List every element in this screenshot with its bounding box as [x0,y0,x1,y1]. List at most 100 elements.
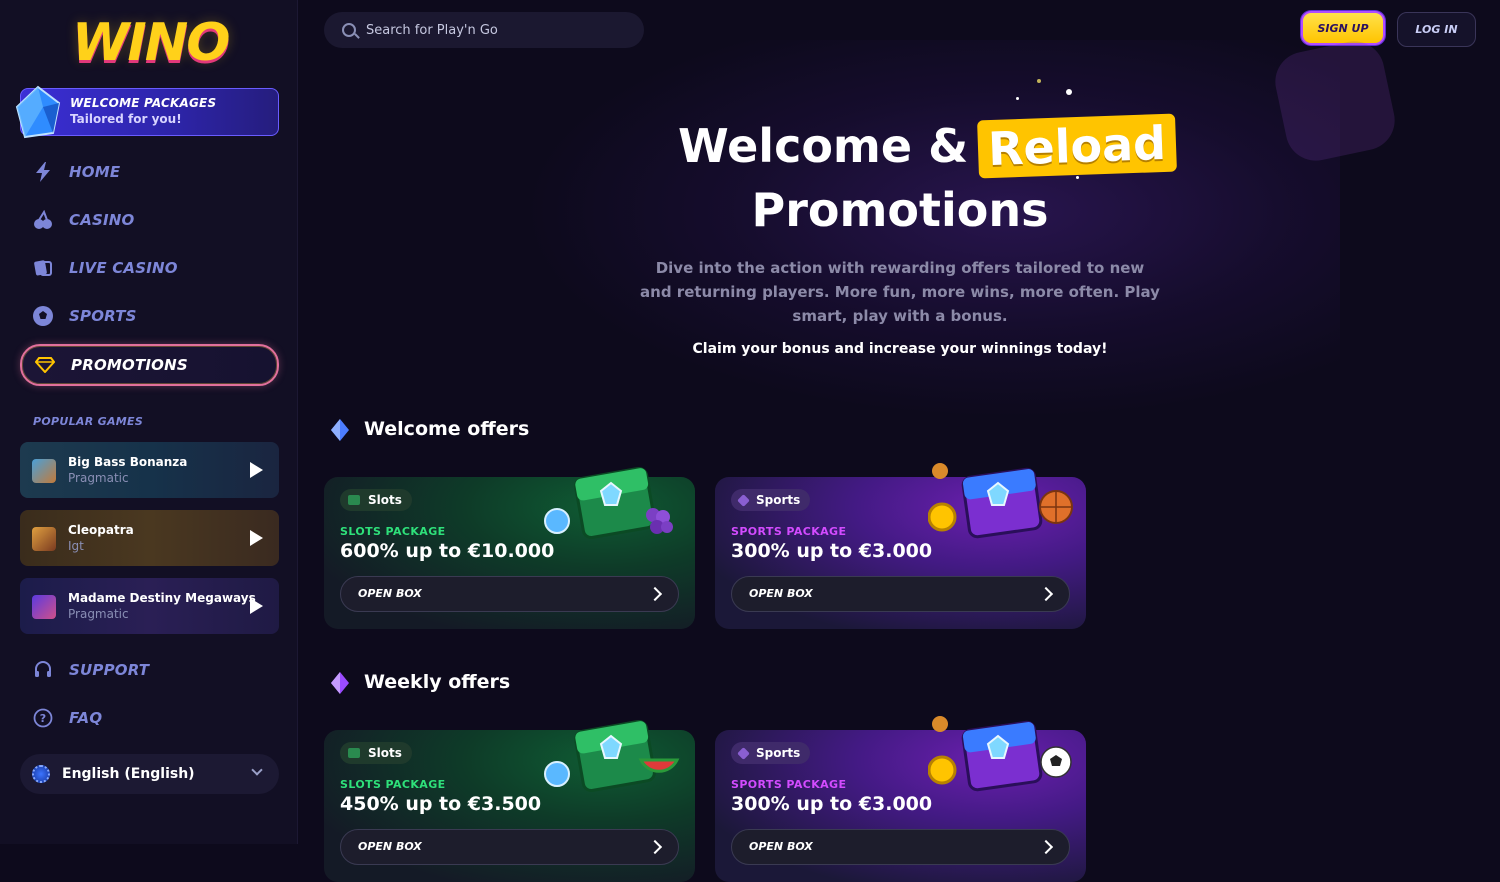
nav-home-label: HOME [69,163,121,181]
sidebar: WINO WELCOME PACKAGES Tailored for you! … [0,0,298,844]
welcome-packages-subtitle: Tailored for you! [70,112,182,126]
offer-card-slots: Slots SLOTS PACKAGE 450% up to €3.500 OP… [324,719,695,882]
chevron-right-icon [647,839,663,855]
sparkle [1037,79,1041,83]
open-box-button[interactable]: OPEN BOX [340,829,679,865]
nav-live-casino-label: LIVE CASINO [69,259,178,277]
play-icon[interactable] [250,530,263,546]
hero-description: Dive into the action with rewarding offe… [640,259,1160,325]
sparkle [1016,97,1019,100]
category-tag: Sports [731,489,811,511]
diamond-icon [34,354,56,376]
slot-machine-icon [348,748,360,758]
language-selector[interactable]: English (English) [20,754,279,794]
welcome-packages-title: WELCOME PACKAGES [70,96,217,110]
offer-card-slots: Slots SLOTS PACKAGE 600% up to €10.000 O… [324,466,695,629]
category-tag-label: Sports [756,746,801,760]
treasure-chest-purple-icon [928,716,1072,792]
search-input[interactable]: Search for Play'n Go [324,12,644,48]
category-tag: Slots [340,489,412,511]
headset-icon [32,659,54,681]
nav-support-label: SUPPORT [69,661,150,679]
brand-logo[interactable]: WINO [72,14,232,72]
chevron-right-icon [647,586,663,602]
svg-text:?: ? [40,712,46,725]
game-item-big-bass-bonanza[interactable]: Big Bass Bonanza Pragmatic [20,442,279,498]
nav-promotions[interactable]: PROMOTIONS [20,344,279,386]
purple-gem-icon [331,672,349,694]
game-provider: Igt [68,539,84,553]
game-provider: Pragmatic [68,471,129,485]
package-label: SPORTS PACKAGE [731,525,847,538]
game-thumbnail [32,595,56,619]
sparkle [1076,176,1079,179]
hero-title-a: Welcome & [678,119,969,173]
offer-card-sports: Sports SPORTS PACKAGE 300% up to €3.000 … [715,463,1086,629]
question-icon: ? [32,707,54,729]
open-box-label: OPEN BOX [749,587,813,600]
slot-machine-icon [348,495,360,505]
soccer-ball-icon [32,305,54,327]
treasure-chest-green-icon [544,719,680,793]
package-label: SLOTS PACKAGE [340,525,446,538]
nav-support[interactable]: SUPPORT [20,650,279,690]
search-placeholder: Search for Play'n Go [366,22,498,38]
section-title-welcome-offers: Welcome offers [364,418,530,440]
open-box-button[interactable]: OPEN BOX [340,576,679,612]
popular-games-heading: POPULAR GAMES [33,415,144,428]
sports-icon [737,746,750,760]
package-amount: 300% up to €3.000 [731,793,933,815]
category-tag-label: Slots [368,746,402,760]
open-box-label: OPEN BOX [358,840,422,853]
package-label: SPORTS PACKAGE [731,778,847,791]
category-tag: Slots [340,742,412,764]
play-icon[interactable] [250,462,263,478]
nav-promotions-label: PROMOTIONS [71,356,188,374]
category-tag: Sports [731,742,811,764]
open-box-label: OPEN BOX [749,840,813,853]
sports-icon [737,493,750,507]
open-box-button[interactable]: OPEN BOX [731,829,1070,865]
chevron-right-icon [1038,586,1054,602]
nav-sports-label: SPORTS [69,307,137,325]
globe-icon [32,765,50,783]
section-title-weekly-offers: Weekly offers [364,671,511,693]
open-box-button[interactable]: OPEN BOX [731,576,1070,612]
category-tag-label: Sports [756,493,801,507]
game-name: Big Bass Bonanza [68,455,188,469]
game-thumbnail [32,527,56,551]
decorative-ghost [1269,35,1401,167]
hero-cta-text: Claim your bonus and increase your winni… [692,341,1108,357]
search-icon [342,23,356,37]
package-amount: 300% up to €3.000 [731,540,933,562]
nav-faq[interactable]: ? FAQ [20,698,279,738]
nav-faq-label: FAQ [69,709,103,727]
package-amount: 450% up to €3.500 [340,793,542,815]
game-name: Cleopatra [68,523,134,537]
game-item-madame-destiny-megaways[interactable]: Madame Destiny Megaways Pragmatic [20,578,279,634]
chevron-right-icon [1038,839,1054,855]
login-button[interactable]: LOG IN [1397,12,1476,47]
game-item-cleopatra[interactable]: Cleopatra Igt [20,510,279,566]
treasure-chest-green-icon [544,466,673,540]
language-label: English (English) [62,766,195,782]
blue-gem-icon [331,419,349,441]
game-thumbnail [32,459,56,483]
chevron-down-icon [251,764,263,776]
hero-title-highlight: Reload [977,113,1178,179]
offer-card-sports: Sports SPORTS PACKAGE 300% up to €3.000 … [715,716,1086,882]
package-amount: 600% up to €10.000 [340,540,555,562]
game-provider: Pragmatic [68,607,129,621]
hero-title-line2: Promotions [751,183,1049,237]
open-box-label: OPEN BOX [358,587,422,600]
nav-sports[interactable]: SPORTS [20,296,279,336]
treasure-chest-purple-icon [928,463,1073,539]
signup-button[interactable]: SIGN UP [1301,11,1385,45]
hero-title-line1: Welcome & Reload [678,113,1178,179]
package-label: SLOTS PACKAGE [340,778,446,791]
play-icon[interactable] [250,598,263,614]
welcome-packages-banner[interactable]: WELCOME PACKAGES Tailored for you! [15,85,279,139]
sparkle [1066,89,1072,95]
nav-live-casino[interactable]: LIVE CASINO [20,248,279,288]
game-name: Madame Destiny Megaways [68,591,256,605]
